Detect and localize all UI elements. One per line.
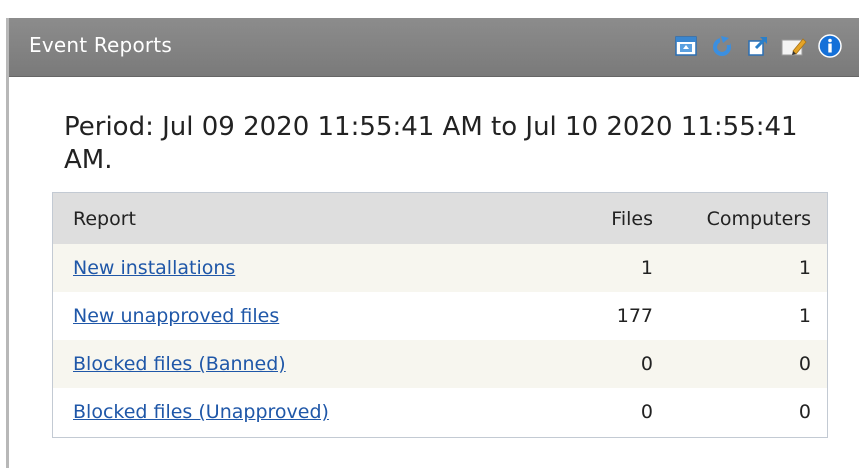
popout-button[interactable] xyxy=(745,33,771,59)
panel-collapse-button[interactable] xyxy=(673,33,699,59)
computers-count: 1 xyxy=(683,292,827,340)
column-header-computers: Computers xyxy=(683,193,827,244)
panel-left-border xyxy=(6,18,9,468)
refresh-button[interactable] xyxy=(709,33,735,59)
column-header-report: Report xyxy=(53,193,503,244)
info-button[interactable] xyxy=(817,33,843,59)
report-link-new-unapproved-files[interactable]: New unapproved files xyxy=(73,305,279,327)
edit-button[interactable] xyxy=(781,33,807,59)
computers-count: 0 xyxy=(683,340,827,388)
table-row: Blocked files (Unapproved) 0 0 xyxy=(53,388,827,436)
report-link-blocked-banned[interactable]: Blocked files (Banned) xyxy=(73,353,286,375)
files-count: 0 xyxy=(503,388,683,436)
table-row: Blocked files (Banned) 0 0 xyxy=(53,340,827,388)
column-header-files: Files xyxy=(503,193,683,244)
report-link-new-installations[interactable]: New installations xyxy=(73,257,235,279)
event-reports-page: Event Reports Period: Jul 09 2020 11:55:… xyxy=(0,0,859,468)
table-row: New unapproved files 177 1 xyxy=(53,292,827,340)
panel-collapse-icon xyxy=(675,36,697,56)
files-count: 0 xyxy=(503,340,683,388)
event-reports-table: Report Files Computers New installations… xyxy=(52,192,828,438)
panel-title: Event Reports xyxy=(29,33,172,57)
report-period: Period: Jul 09 2020 11:55:41 AM to Jul 1… xyxy=(64,112,798,175)
table-header-row: Report Files Computers xyxy=(53,193,827,244)
refresh-icon xyxy=(713,36,731,56)
report-link-blocked-unapproved[interactable]: Blocked files (Unapproved) xyxy=(73,401,329,423)
table-row: New installations 1 1 xyxy=(53,244,827,292)
files-count: 177 xyxy=(503,292,683,340)
info-icon xyxy=(818,34,842,58)
files-count: 1 xyxy=(503,244,683,292)
computers-count: 1 xyxy=(683,244,827,292)
popout-icon xyxy=(748,36,768,56)
computers-count: 0 xyxy=(683,388,827,436)
panel-header: Event Reports xyxy=(9,18,859,77)
panel-toolbar xyxy=(673,32,843,60)
edit-icon xyxy=(781,38,807,56)
